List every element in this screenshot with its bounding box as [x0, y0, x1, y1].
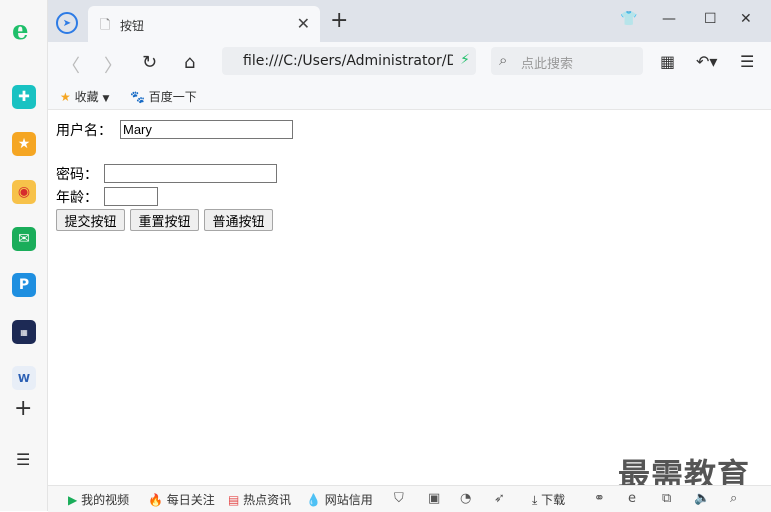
- water-drop-icon: 💧: [306, 493, 321, 507]
- tab-active[interactable]: 🗋 按钮 ✕: [88, 6, 320, 42]
- bookmark-baidu[interactable]: 🐾 百度一下: [130, 88, 197, 105]
- window-icon[interactable]: ⧉: [662, 491, 671, 506]
- close-window-icon[interactable]: ✕: [740, 11, 752, 27]
- browser-logo-icon[interactable]: e: [12, 16, 29, 46]
- chevron-down-icon: ▼: [102, 94, 110, 104]
- favorites-star-icon[interactable]: ★: [12, 132, 36, 156]
- reset-button[interactable]: 重置按钮: [130, 209, 199, 231]
- back-icon[interactable]: 〈: [62, 52, 80, 78]
- medical-cross-icon[interactable]: ✚: [12, 85, 36, 109]
- undo-icon[interactable]: ↶▾: [696, 52, 717, 71]
- menu-list-icon[interactable]: ☰: [16, 450, 30, 469]
- search-icon: ⌕: [499, 51, 508, 69]
- bookmarks-bar: ★ 收藏 ▼ 🐾 百度一下: [48, 82, 771, 110]
- news-app-icon[interactable]: ▦: [12, 320, 36, 344]
- username-label: 用户名：: [56, 123, 112, 139]
- minimize-icon[interactable]: —: [662, 11, 676, 27]
- share-icon[interactable]: ⚭: [594, 491, 605, 506]
- zoom-icon[interactable]: ⌕: [730, 491, 737, 506]
- normal-button[interactable]: 普通按钮: [204, 209, 273, 231]
- news-icon: ▤: [228, 493, 240, 507]
- submit-button[interactable]: 提交按钮: [56, 209, 125, 231]
- age-input[interactable]: [104, 187, 158, 206]
- tab-title: 按钮: [120, 19, 145, 33]
- password-input[interactable]: [104, 164, 277, 183]
- refresh-icon[interactable]: ↻: [142, 52, 157, 73]
- p-app-icon[interactable]: P: [12, 273, 36, 297]
- bookmark-favorites[interactable]: ★ 收藏 ▼: [60, 88, 109, 105]
- tab-strip: ➤ 🗋 按钮 ✕ + 👕 — ☐ ✕: [48, 0, 771, 42]
- bookmark-baidu-label: 百度一下: [148, 90, 197, 104]
- navigate-compass-icon[interactable]: ➤: [56, 12, 78, 34]
- video-play-icon: ▶: [68, 493, 78, 507]
- status-bar: ▶ 我的视频 🔥 每日关注 ▤ 热点资讯 💧 网站信用 ⛉ ▣ ◔ ➶ ⤓ 下载…: [48, 485, 771, 512]
- status-item-video-label: 我的视频: [81, 493, 130, 507]
- status-item-video[interactable]: ▶ 我的视频: [68, 491, 129, 508]
- navigation-bar: 〈 〉 ↻ ⌂ file:///C:/Users/Administrator/D…: [48, 42, 771, 82]
- grid-apps-icon[interactable]: ▦: [660, 52, 675, 71]
- maximize-icon[interactable]: ☐: [704, 11, 717, 27]
- new-tab-icon[interactable]: +: [330, 10, 348, 32]
- volume-icon[interactable]: 🔈: [694, 491, 710, 506]
- password-label: 密码：: [56, 167, 98, 183]
- rocket-icon[interactable]: ➶: [494, 491, 505, 506]
- bookmark-favorites-label: 收藏: [74, 90, 99, 104]
- shield-icon[interactable]: ⛉: [394, 491, 404, 506]
- left-sidebar: e ✚ ★ ◉ ✉ P ▦ W + ☰: [0, 0, 48, 511]
- forward-icon[interactable]: 〉: [104, 52, 122, 78]
- weibo-icon[interactable]: ◉: [12, 180, 36, 204]
- skin-shirt-icon[interactable]: 👕: [620, 11, 637, 27]
- age-label: 年龄：: [56, 190, 98, 206]
- status-item-news-label: 热点资讯: [243, 493, 292, 507]
- search-placeholder: 点此搜索: [521, 57, 574, 72]
- main-menu-icon[interactable]: ☰: [740, 52, 754, 71]
- page-file-icon: 🗋: [100, 18, 111, 33]
- speed-icon[interactable]: ◔: [460, 491, 471, 506]
- username-input[interactable]: [120, 120, 293, 139]
- search-box[interactable]: ⌕ 点此搜索: [491, 47, 643, 75]
- status-item-credit[interactable]: 💧 网站信用: [306, 491, 373, 508]
- status-item-news[interactable]: ▤ 热点资讯: [228, 491, 291, 508]
- lightning-icon[interactable]: ⚡: [460, 52, 470, 68]
- status-item-daily[interactable]: 🔥 每日关注: [148, 491, 215, 508]
- status-item-download-label: 下载: [541, 493, 566, 507]
- word-doc-icon[interactable]: W: [12, 366, 36, 390]
- image-icon[interactable]: ▣: [428, 491, 440, 506]
- download-icon: ⤓: [532, 493, 538, 507]
- mail-icon[interactable]: ✉: [12, 227, 36, 251]
- ie-icon[interactable]: e: [628, 491, 636, 506]
- add-app-icon[interactable]: +: [14, 396, 32, 421]
- address-text: file:///C:/Users/Administrator/Desktop: [243, 53, 453, 69]
- status-item-download[interactable]: ⤓ 下载: [532, 491, 565, 508]
- status-item-credit-label: 网站信用: [324, 493, 373, 507]
- flame-icon: 🔥: [148, 493, 163, 507]
- status-item-daily-label: 每日关注: [166, 493, 215, 507]
- baidu-paw-icon: 🐾: [130, 90, 145, 104]
- star-icon: ★: [60, 90, 71, 104]
- home-icon[interactable]: ⌂: [184, 52, 195, 73]
- address-bar[interactable]: file:///C:/Users/Administrator/Desktop ⚡: [222, 47, 476, 75]
- close-tab-icon[interactable]: ✕: [297, 14, 310, 33]
